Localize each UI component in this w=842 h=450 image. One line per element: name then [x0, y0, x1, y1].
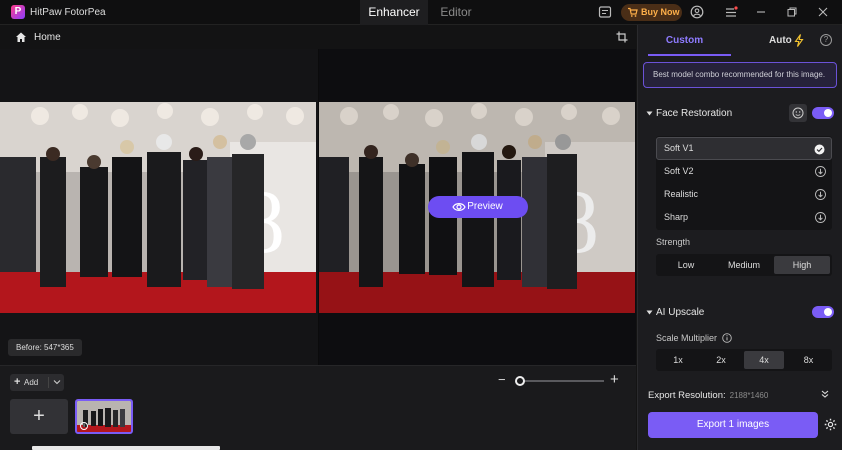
strength-option-medium[interactable]: Medium — [716, 256, 772, 274]
tab-editor[interactable]: Editor — [428, 0, 484, 25]
minimize-icon[interactable] — [754, 5, 768, 19]
preview-label: Preview — [467, 201, 503, 212]
face-restoration-title: Face Restoration — [656, 108, 733, 119]
chevron-down-icon[interactable] — [53, 378, 61, 386]
before-size-badge: Before: 547*365 — [8, 339, 82, 356]
export-resolution: Export Resolution: 2188*1460 — [648, 390, 768, 401]
face-preview-button[interactable] — [789, 104, 807, 122]
scale-selector: 1x 2x 4x 8x — [656, 349, 832, 371]
breadcrumb: Home — [0, 25, 636, 49]
compare-canvas: 8 8 — [0, 49, 636, 365]
model-item-sharp[interactable]: Sharp — [656, 206, 832, 229]
face-model-list: Soft V1 Soft V2 Realistic Sharp — [656, 136, 832, 230]
strength-label: Strength — [656, 237, 691, 247]
close-icon[interactable] — [816, 5, 830, 19]
plus-icon: + — [14, 376, 21, 388]
strength-selector: Low Medium High — [656, 254, 832, 276]
settings-panel: Custom Auto ? Best model combo recommend… — [637, 25, 842, 450]
model-item-soft-v2[interactable]: Soft V2 — [656, 160, 832, 183]
tab-custom[interactable]: Custom — [638, 25, 731, 56]
home-icon[interactable] — [15, 31, 27, 43]
face-icon — [792, 107, 804, 119]
scale-option-2x[interactable]: 2x — [701, 351, 741, 369]
bottom-bar: + Add − + + i — [0, 365, 636, 450]
download-icon[interactable] — [815, 212, 826, 223]
before-image: 8 — [0, 102, 316, 313]
strength-option-high[interactable]: High — [774, 256, 830, 274]
zoom-in-button[interactable]: + — [610, 372, 622, 387]
gear-icon[interactable] — [824, 418, 837, 431]
add-label: Add — [24, 378, 39, 387]
bolt-icon — [794, 34, 804, 47]
app-logo: P — [11, 5, 25, 19]
scale-option-8x[interactable]: 8x — [787, 351, 830, 369]
model-label: Soft V2 — [664, 166, 694, 176]
model-label: Realistic — [664, 189, 699, 199]
tab-auto[interactable]: Auto — [769, 25, 792, 56]
ai-upscale-toggle[interactable] — [812, 306, 834, 318]
tab-enhancer[interactable]: Enhancer — [360, 0, 428, 25]
home-link[interactable]: Home — [34, 32, 61, 43]
title-bar: P HitPaw FotorPea Enhancer Editor Buy No… — [0, 0, 842, 25]
app-title: HitPaw FotorPea — [30, 7, 106, 18]
scale-option-1x[interactable]: 1x — [658, 351, 698, 369]
caret-down-icon[interactable] — [646, 309, 653, 316]
add-divider — [48, 377, 49, 388]
zoom-out-button[interactable]: − — [498, 373, 508, 386]
strength-option-low[interactable]: Low — [658, 256, 714, 274]
image-thumbnail[interactable]: i — [75, 399, 133, 434]
zoom-slider-handle[interactable] — [515, 376, 525, 386]
preview-button[interactable]: Preview — [428, 196, 528, 218]
face-restoration-toggle[interactable] — [812, 107, 834, 119]
buy-now-button[interactable]: Buy Now — [621, 4, 682, 21]
add-button[interactable]: + Add — [10, 374, 64, 391]
recommendation-tip: Best model combo recommended for this im… — [643, 62, 837, 88]
model-item-soft-v1[interactable]: Soft V1 — [656, 137, 832, 160]
ai-upscale-title: AI Upscale — [656, 307, 705, 318]
caret-down-icon[interactable] — [646, 110, 653, 117]
model-item-realistic[interactable]: Realistic — [656, 183, 832, 206]
scale-multiplier-label: Scale Multiplier — [656, 333, 718, 343]
add-image-tile[interactable]: + — [10, 399, 68, 434]
buy-now-label: Buy Now — [641, 7, 680, 17]
message-icon[interactable] — [598, 5, 612, 19]
scale-option-4x[interactable]: 4x — [744, 351, 784, 369]
cart-icon — [628, 7, 638, 17]
menu-icon[interactable] — [724, 5, 738, 19]
zoom-slider-track[interactable] — [516, 380, 604, 382]
info-icon[interactable] — [722, 333, 732, 343]
account-icon[interactable] — [690, 5, 704, 19]
model-label: Sharp — [664, 212, 689, 222]
help-icon[interactable]: ? — [820, 34, 832, 46]
model-label: Soft V1 — [664, 143, 694, 153]
check-icon — [814, 144, 825, 155]
export-resolution-value: 2188*1460 — [729, 391, 769, 400]
restore-icon[interactable] — [785, 5, 799, 19]
eye-icon — [452, 203, 466, 211]
export-resolution-label: Export Resolution: — [648, 390, 726, 401]
download-icon[interactable] — [815, 166, 826, 177]
export-button[interactable]: Export 1 images — [648, 412, 818, 438]
double-chevron-down-icon[interactable] — [820, 389, 830, 399]
crop-icon[interactable] — [616, 31, 628, 43]
thumbnail-scrollbar[interactable] — [32, 446, 220, 450]
info-icon[interactable]: i — [80, 422, 88, 430]
download-icon[interactable] — [815, 189, 826, 200]
